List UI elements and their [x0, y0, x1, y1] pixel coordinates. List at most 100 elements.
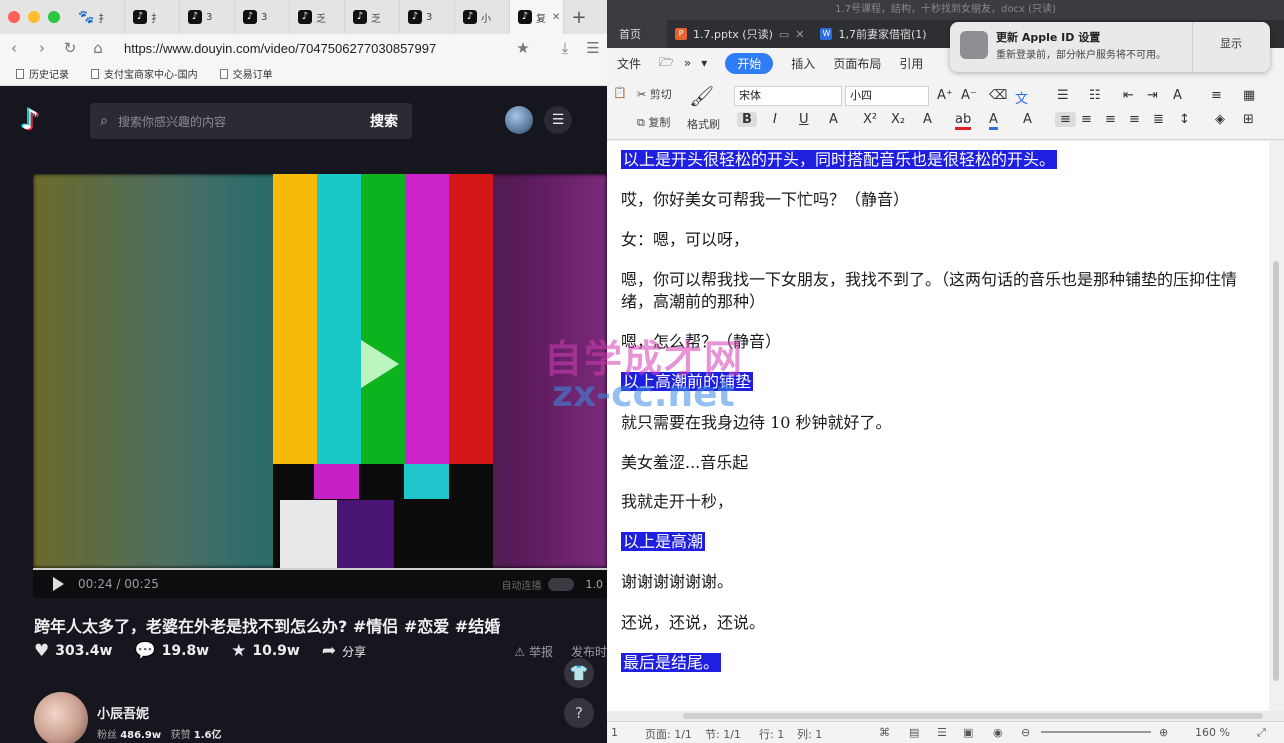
paragraph[interactable]: 以上是高潮 [621, 531, 706, 553]
paragraph-spacing-icon[interactable]: ↕ [1179, 112, 1190, 127]
play-pause-button[interactable] [53, 577, 64, 591]
favorite-button[interactable]: ★ 10.9w [231, 641, 300, 661]
comment-button[interactable]: 💬 19.8w [134, 641, 209, 661]
text-effect-icon[interactable]: A [923, 112, 932, 127]
underline-icon[interactable]: U [799, 112, 809, 127]
tab-pptx[interactable]: P 1.7.pptx (只读) ▭ ✕ [667, 20, 812, 48]
paragraph[interactable]: 谢谢谢谢谢谢。 [621, 571, 733, 593]
paragraph[interactable]: 女：嗯，可以呀， [621, 229, 749, 251]
auto-next-toggle[interactable] [547, 577, 574, 591]
subscript-icon[interactable]: X₂ [891, 112, 905, 127]
zoom-slider[interactable] [1041, 731, 1151, 733]
video-player[interactable] [33, 174, 607, 568]
zoom-level[interactable]: 160 % [1195, 726, 1230, 739]
bookmark-star-icon[interactable]: ★ [509, 39, 537, 57]
strikethrough-icon[interactable]: A [829, 112, 838, 127]
author-name[interactable]: 小辰吾妮 [97, 703, 149, 722]
minimize-window-button[interactable] [28, 11, 40, 23]
back-icon[interactable]: ‹ [0, 39, 28, 57]
new-tab-button[interactable]: + [564, 7, 594, 28]
print-layout-icon[interactable]: ▤ [909, 726, 919, 739]
font-family-select[interactable]: 宋体 [734, 86, 842, 106]
play-icon[interactable] [361, 340, 399, 388]
decrease-indent-icon[interactable]: ⇤ [1123, 88, 1134, 103]
superscript-icon[interactable]: X² [863, 112, 877, 127]
table-icon[interactable]: ▦ [1243, 88, 1255, 103]
scroll-thumb[interactable] [683, 713, 1263, 719]
paragraph[interactable]: 美女羞涩...音乐起 [621, 452, 748, 474]
menu-start[interactable]: 开始 [725, 52, 774, 74]
align-center-icon[interactable]: ≡ [1081, 112, 1092, 127]
menu-file[interactable]: 文件 [617, 55, 641, 72]
eye-icon[interactable]: ◉ [993, 726, 1003, 739]
report-button[interactable]: ⚠ 举报 [514, 643, 553, 660]
home-icon[interactable]: ⌂ [84, 39, 112, 57]
reload-icon[interactable]: ↻ [56, 39, 84, 57]
scroll-thumb[interactable] [1273, 261, 1279, 681]
format-painter-label[interactable]: 格式刷 [687, 116, 720, 132]
author-avatar[interactable] [34, 692, 88, 743]
address-bar[interactable]: https://www.douyin.com/video/70475062770… [124, 41, 509, 56]
web-layout-icon[interactable]: ▣ [963, 726, 973, 739]
apple-id-notification[interactable]: 更新 Apple ID 设置 重新登录前，部分帐户服务将不可用。 显示 [950, 22, 1270, 72]
fit-page-icon[interactable]: ⤢ [1257, 726, 1266, 740]
bookmark-item[interactable]: 历史记录 [16, 66, 69, 81]
change-case-icon[interactable]: A [1173, 88, 1182, 103]
paragraph[interactable]: 嗯，你可以帮我找一下女朋友，我找不到了。（这两句话的音乐也是那种铺垫的压抑住情绪… [621, 269, 1251, 313]
folder-icon[interactable]: 🗁 [659, 53, 674, 74]
line-spacing-icon[interactable]: ≡ [1211, 88, 1222, 103]
share-button[interactable]: ➦ 分享 [322, 641, 366, 661]
paragraph[interactable]: 哎，你好美女可帮我一下忙吗？（静音） [621, 189, 909, 211]
paragraph[interactable]: 还说，还说，还说。 [621, 612, 765, 634]
bookmark-item[interactable]: 支付宝商家中心-国内 [91, 66, 198, 81]
bullet-list-icon[interactable]: ☰ [1057, 88, 1069, 103]
like-button[interactable]: ♥ 303.4w [34, 641, 112, 661]
distributed-icon[interactable]: ≣ [1153, 112, 1164, 127]
increase-indent-icon[interactable]: ⇥ [1147, 88, 1158, 103]
download-icon[interactable]: ⤓ [551, 39, 579, 57]
copy-button[interactable]: ⧉ 复制 [637, 114, 670, 130]
cut-button[interactable]: ✂ 剪切 [637, 86, 672, 102]
numbered-list-icon[interactable]: ☷ [1089, 88, 1101, 103]
char-shading-icon[interactable]: A [1023, 112, 1032, 127]
close-tab-icon[interactable]: ✕ [795, 28, 804, 41]
douyin-logo-icon[interactable]: ♪ [14, 104, 46, 136]
zoom-in-icon[interactable]: ⊕ [1159, 726, 1168, 739]
browser-tab[interactable]: ♪ 3 [235, 0, 290, 34]
zoom-window-button[interactable] [48, 11, 60, 23]
more-icon[interactable]: » [684, 56, 691, 70]
browser-tab[interactable]: ♪ 乏 [290, 0, 345, 34]
browser-tab[interactable]: ♪ 3 [400, 0, 455, 34]
tab-home[interactable]: 首页 [607, 20, 667, 48]
paragraph[interactable]: 最后是结尾。 [621, 652, 722, 674]
close-window-button[interactable] [8, 11, 20, 23]
paragraph[interactable]: 就只需要在我身边待 10 秒钟就好了。 [621, 412, 892, 434]
notification-show-button[interactable]: 显示 [1192, 22, 1270, 72]
font-size-select[interactable]: 小四 [845, 86, 929, 106]
user-avatar[interactable] [505, 106, 533, 134]
menu-page-layout[interactable]: 页面布局 [833, 55, 881, 72]
menu-insert[interactable]: 插入 [791, 55, 815, 72]
close-tab-icon[interactable]: ✕ [552, 12, 560, 23]
search-input[interactable]: 搜索你感兴趣的内容 [118, 113, 226, 130]
help-icon[interactable]: ? [564, 698, 594, 728]
browser-tab[interactable]: 🐾 扌 [70, 0, 125, 34]
borders-icon[interactable]: ⊞ [1243, 112, 1254, 127]
zoom-out-icon[interactable]: ⊖ [1021, 726, 1030, 739]
italic-icon[interactable]: I [773, 112, 777, 127]
browser-tab-active[interactable]: ♪ 复 ✕ [510, 0, 564, 34]
shading-icon[interactable]: ◈ [1215, 112, 1225, 127]
bookmark-item[interactable]: 交易订单 [219, 66, 273, 81]
playback-speed[interactable]: 1.0 [586, 578, 604, 591]
justify-icon[interactable]: ≡ [1129, 112, 1140, 127]
browser-tab[interactable]: ♪ 扌 [125, 0, 180, 34]
clear-format-icon[interactable]: ⌫ [989, 88, 1007, 103]
paragraph[interactable]: 以上是开头很轻松的开头，同时搭配音乐也是很轻松的开头。 [621, 149, 1058, 171]
bold-icon[interactable]: B [737, 112, 757, 127]
paragraph[interactable]: 我就走开十秒， [621, 491, 733, 513]
horizontal-scrollbar[interactable] [607, 711, 1284, 721]
increase-font-icon[interactable]: A⁺ [937, 88, 953, 103]
dropdown-icon[interactable]: ▾ [701, 56, 707, 70]
search-button[interactable]: 搜索 [370, 111, 398, 131]
vertical-scrollbar[interactable] [1269, 141, 1284, 711]
